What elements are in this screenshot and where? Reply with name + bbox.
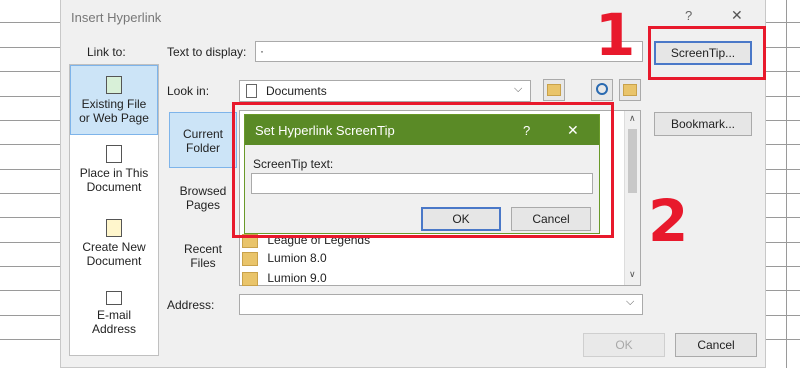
sidebar-item-label: Address: [91, 322, 137, 336]
address-input[interactable]: ⌵: [239, 294, 643, 315]
address-label: Address:: [167, 298, 215, 312]
chevron-down-icon: ⌵: [626, 296, 635, 308]
tab-label: Current: [182, 127, 223, 141]
sidebar-item-email-address[interactable]: E-mail Address: [70, 291, 158, 351]
cancel-button[interactable]: Cancel: [675, 333, 757, 357]
look-in-value: Documents: [266, 84, 327, 98]
chevron-down-icon: ⌵: [514, 83, 523, 95]
ok-button[interactable]: OK: [583, 333, 665, 357]
look-in-label: Look in:: [167, 84, 210, 98]
text-to-display-label: Text to display:: [167, 45, 247, 59]
tab-recent-files[interactable]: Recent Files: [169, 236, 237, 286]
annotation-box-1: [648, 26, 766, 80]
vertical-scrollbar[interactable]: ∧ ∨: [624, 111, 640, 285]
email-icon: [106, 291, 122, 305]
folder-icon: [242, 251, 258, 266]
sidebar-item-create-new-document[interactable]: Create New Document: [70, 219, 158, 279]
file-name: Lumion 9.0: [267, 271, 327, 285]
link-to-label: Link to:: [87, 45, 126, 59]
look-in-select[interactable]: Documents ⌵: [239, 80, 531, 102]
text-to-display-input[interactable]: ·: [255, 41, 643, 62]
tab-current-folder[interactable]: Current Folder: [169, 112, 237, 168]
list-item[interactable]: Lumion 8.0: [242, 251, 327, 269]
tab-browsed-pages[interactable]: Browsed Pages: [169, 178, 237, 228]
file-name: Lumion 8.0: [267, 251, 327, 265]
dialog-title: Insert Hyperlink: [71, 10, 162, 25]
file-web-icon: [106, 76, 122, 94]
annotation-box-2: [232, 102, 614, 238]
scroll-thumb[interactable]: [628, 129, 637, 193]
sidebar-item-label: Place in This: [79, 166, 149, 180]
sidebar-item-label: Create New: [82, 240, 146, 254]
sidebar-item-label: E-mail: [96, 308, 131, 322]
link-to-sidebar: Existing File or Web Page Place in This …: [69, 64, 159, 356]
sidebar-item-label: Document: [86, 254, 142, 268]
annotation-step-2: 2: [648, 187, 689, 255]
bookmark-button[interactable]: Bookmark...: [654, 112, 752, 136]
globe-search-icon: [596, 83, 608, 95]
folder-open-icon: [623, 84, 637, 96]
folder-up-icon: [547, 84, 561, 96]
tab-label: Pages: [185, 198, 221, 212]
tab-label: Files: [190, 256, 216, 270]
browse-file-button[interactable]: [619, 79, 641, 101]
up-folder-button[interactable]: [543, 79, 565, 101]
document-place-icon: [106, 145, 122, 163]
list-item[interactable]: Lumion 9.0: [242, 271, 327, 289]
tab-label: Folder: [185, 141, 220, 155]
sidebar-item-existing-file[interactable]: Existing File or Web Page: [70, 65, 158, 135]
sidebar-item-label: Existing File: [81, 97, 147, 111]
new-document-icon: [106, 219, 122, 237]
scroll-up-icon[interactable]: ∧: [629, 113, 636, 124]
documents-icon: [246, 84, 257, 98]
close-button[interactable]: ✕: [731, 7, 743, 24]
sidebar-item-label: or Web Page: [79, 111, 149, 125]
browse-web-button[interactable]: [591, 79, 613, 101]
folder-icon: [242, 271, 258, 286]
help-button[interactable]: ?: [685, 8, 692, 23]
sidebar-item-place-in-document[interactable]: Place in This Document: [70, 145, 158, 205]
scroll-down-icon[interactable]: ∨: [629, 269, 636, 280]
annotation-step-1: 1: [595, 1, 636, 69]
sidebar-item-label: Document: [86, 180, 142, 194]
tab-label: Browsed: [179, 184, 227, 198]
tab-label: Recent: [183, 242, 223, 256]
